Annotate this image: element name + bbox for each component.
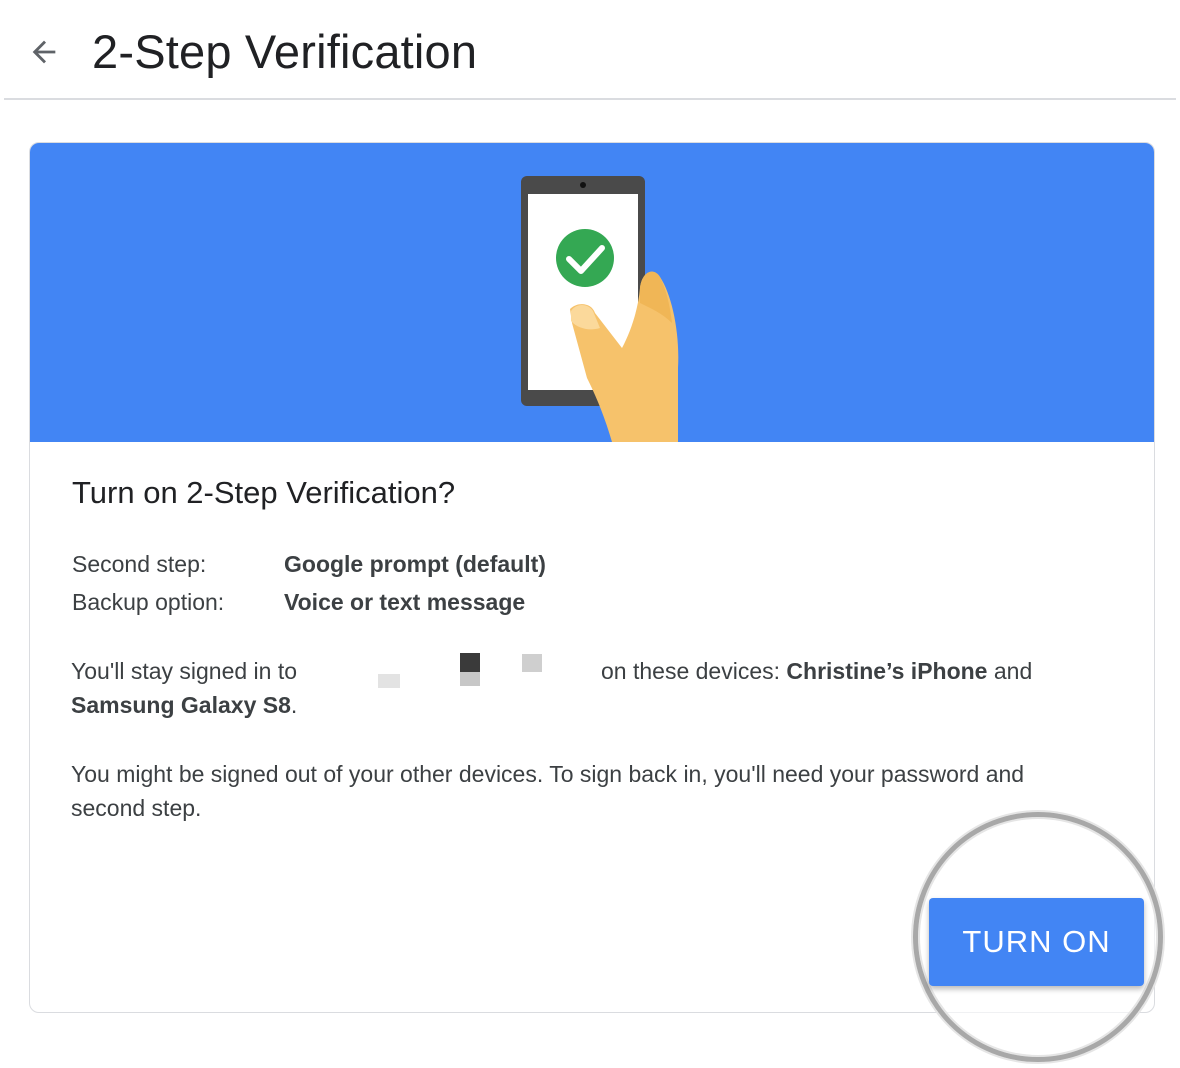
warning-text-line-1: You might be signed out of your other de… <box>71 761 1025 787</box>
backup-option-label: Backup option: <box>72 589 225 615</box>
dialog-title: Turn on 2-Step Verification? <box>72 475 456 510</box>
turn-on-button[interactable]: TURN ON <box>929 898 1144 986</box>
hero-banner <box>30 143 1154 442</box>
signed-in-devices: on these devices: Christine’s iPhone and <box>601 658 1033 684</box>
page-title: 2-Step Verification <box>92 25 478 78</box>
second-step-value: Google prompt (default) <box>284 551 546 577</box>
arrow-left-icon <box>32 40 56 64</box>
signed-in-device-2: Samsung Galaxy S8. <box>71 692 298 718</box>
back-button[interactable] <box>22 30 66 74</box>
redacted-account-name <box>378 650 578 698</box>
device-galaxy: Samsung Galaxy S8 <box>71 692 291 718</box>
warning-text-line-2: second step. <box>71 795 202 821</box>
header-divider <box>4 98 1176 100</box>
second-step-label: Second step: <box>72 551 207 577</box>
page-header: 2-Step Verification <box>0 0 1180 100</box>
backup-option-value: Voice or text message <box>284 589 526 615</box>
signed-in-prefix: You'll stay signed in to <box>71 658 298 684</box>
device-iphone: Christine’s iPhone <box>786 658 988 684</box>
phone-with-checkmark-illustration <box>521 176 679 442</box>
